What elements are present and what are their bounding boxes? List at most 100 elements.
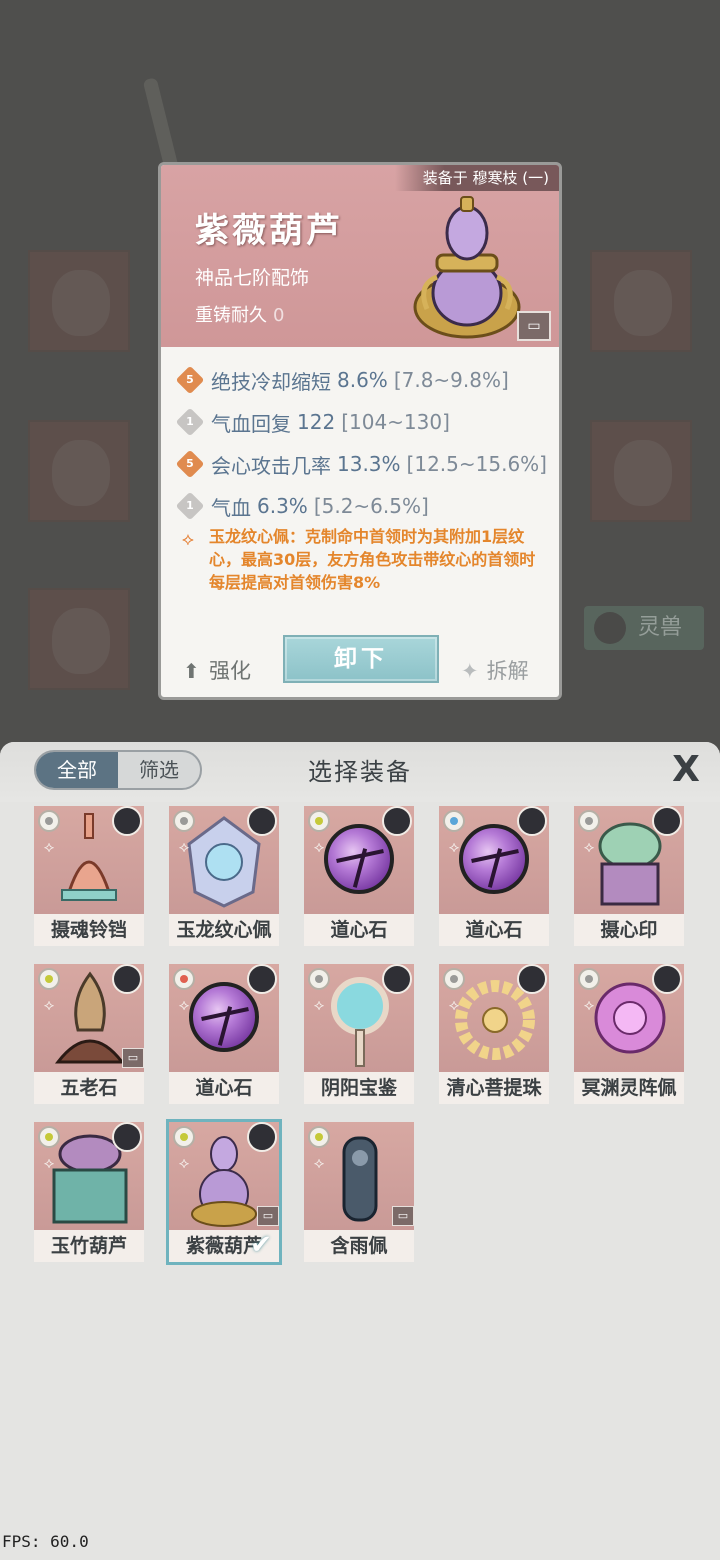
passive-effect: ⟡ 玉龙纹心佩：克制命中首领时为其附加1层纹心，最高30层，友方角色攻击带纹心的… <box>177 525 547 594</box>
item-name: 冥渊灵阵佩 <box>574 1072 684 1104</box>
spirit-beast-label: 灵兽 <box>638 615 683 640</box>
stat-name: 会心攻击几率 <box>211 453 331 478</box>
equipment-slot-armor[interactable] <box>28 420 130 522</box>
equipment-card[interactable]: ⟡ 冥渊灵阵佩 <box>574 964 684 1104</box>
equipped-to-label: 装备于 穆寒枝 (一) <box>394 165 559 191</box>
item-name: 玉竹葫芦 <box>34 1230 144 1262</box>
item-name: 道心石 <box>439 914 549 946</box>
rune-icon: ⟡ <box>448 995 460 1014</box>
stat-level-badge: 1 <box>175 407 205 437</box>
rune-icon: ⟡ <box>583 995 595 1014</box>
item-name: 含雨佩 <box>304 1230 414 1262</box>
rune-icon: ⟡ <box>178 837 190 856</box>
item-grade: 神品七阶配饰 <box>195 267 310 289</box>
item-name: 阴阳宝鉴 <box>304 1072 414 1104</box>
equipment-card[interactable]: ⟡ 玉竹葫芦 <box>34 1122 144 1262</box>
equipment-card[interactable]: ⟡ ▭ 五老石 <box>34 964 144 1104</box>
equipment-card[interactable]: ⟡ 道心石 <box>439 806 549 946</box>
stat-row: 5 绝技冷却缩短 8.6% [7.8~9.8%] <box>175 359 549 401</box>
owner-avatar <box>517 806 547 836</box>
gourd-art <box>191 1136 257 1227</box>
rune-icon: ⟡ <box>313 837 325 856</box>
stat-list: 5 绝技冷却缩短 8.6% [7.8~9.8%] 1 气血回复 122 [104… <box>175 359 549 527</box>
owner-avatar <box>652 964 682 994</box>
gourd-artwork <box>413 196 521 339</box>
lock-icon: ▭ <box>392 1206 414 1226</box>
lock-icon[interactable]: ▭ <box>517 311 551 341</box>
stat-range: [7.8~9.8%] <box>393 368 509 392</box>
equipment-select-panel: 全部 筛选 选择装备 X ⟡ 摄魂铃铛 ⟡ 玉龙纹心佩 ⟡ 道心石 ⟡ 道心石 ⟡ 摄心印 ⟡ ▭ 五老… <box>0 742 720 1560</box>
element-icon <box>443 810 465 832</box>
up-arrow-icon: ⬆ <box>183 659 200 683</box>
equipment-slot-weapon[interactable] <box>28 250 130 352</box>
lock-icon: ▭ <box>122 1048 144 1068</box>
durability-label: 重铸耐久 <box>195 305 267 326</box>
close-icon[interactable]: X <box>666 750 706 790</box>
element-icon <box>578 810 600 832</box>
element-icon <box>443 968 465 990</box>
item-name: 紫薇葫芦 <box>195 211 343 251</box>
owner-avatar <box>247 964 277 994</box>
dismantle-icon: ✦ <box>461 659 479 683</box>
lock-icon: ▭ <box>257 1206 279 1226</box>
element-icon <box>308 968 330 990</box>
element-icon <box>173 1126 195 1148</box>
unequip-button[interactable]: 卸下 <box>283 635 439 683</box>
equipment-card[interactable]: ⟡ 玉龙纹心佩 <box>169 806 279 946</box>
element-icon <box>173 968 195 990</box>
panel-header: 全部 筛选 选择装备 X <box>0 742 720 802</box>
equipment-slot-right-1[interactable] <box>590 250 692 352</box>
durability: 重铸耐久 0 <box>195 301 284 327</box>
stat-range: [5.2~6.5%] <box>313 494 429 518</box>
item-name: 五老石 <box>34 1072 144 1104</box>
owner-avatar <box>517 964 547 994</box>
passive-rune-icon: ⟡ <box>182 529 194 550</box>
owner-avatar <box>112 806 142 836</box>
stat-name: 气血 <box>211 495 251 520</box>
element-icon <box>173 810 195 832</box>
item-name: 玉龙纹心佩 <box>169 914 279 946</box>
stat-value: 13.3% <box>337 452 401 476</box>
dismantle-label: 拆解 <box>486 659 529 683</box>
element-icon <box>308 1126 330 1148</box>
beast-icon <box>594 612 626 644</box>
item-name: 摄魂铃铛 <box>34 914 144 946</box>
stat-range: [12.5~15.6%] <box>406 452 547 476</box>
equipment-card[interactable]: ⟡ ▭ 含雨佩 <box>304 1122 414 1262</box>
passive-text: 玉龙纹心佩：克制命中首领时为其附加1层纹心，最高30层，友方角色攻击带纹心的首领… <box>209 527 536 592</box>
equipment-card[interactable]: ⟡ 阴阳宝鉴 <box>304 964 414 1104</box>
stat-row: 1 气血 6.3% [5.2~6.5%] <box>175 485 549 527</box>
item-name: 清心菩提珠 <box>439 1072 549 1104</box>
equipment-card[interactable]: ⟡ 清心菩提珠 <box>439 964 549 1104</box>
stat-row: 1 气血回复 122 [104~130] <box>175 401 549 443</box>
element-icon <box>38 810 60 832</box>
equipment-card[interactable]: ⟡ 道心石 <box>169 964 279 1104</box>
equipment-detail-card: 装备于 穆寒枝 (一) 紫薇葫芦 神品七阶配饰 重铸耐久 0 ▭ 5 绝技冷却缩短… <box>158 162 562 700</box>
dismantle-button[interactable]: ✦ 拆解 <box>461 655 529 685</box>
rune-icon: ⟡ <box>43 995 55 1014</box>
rune-icon: ⟡ <box>313 1153 325 1172</box>
fps-counter: FPS: 60.0 <box>2 1532 89 1551</box>
element-icon <box>38 1126 60 1148</box>
stat-value: 6.3% <box>257 494 308 518</box>
owner-avatar <box>247 1122 277 1152</box>
equipment-slot-accessory[interactable] <box>28 588 130 690</box>
detail-header: 装备于 穆寒枝 (一) 紫薇葫芦 神品七阶配饰 重铸耐久 0 ▭ <box>161 165 559 347</box>
owner-avatar <box>382 806 412 836</box>
stat-name: 绝技冷却缩短 <box>211 369 331 394</box>
spirit-beast-button[interactable]: 灵兽 <box>584 606 704 650</box>
strengthen-button[interactable]: ⬆ 强化 <box>183 655 251 685</box>
equipment-slot-right-2[interactable] <box>590 420 692 522</box>
equipment-card[interactable]: ⟡ 摄心印 <box>574 806 684 946</box>
equipment-card[interactable]: ⟡ 摄魂铃铛 <box>34 806 144 946</box>
equipment-card[interactable]: ⟡ ▭ 紫薇葫芦 ✔ <box>166 1119 282 1265</box>
rune-icon: ⟡ <box>313 995 325 1014</box>
element-icon <box>308 810 330 832</box>
stat-level-badge: 5 <box>175 365 205 395</box>
stat-row: 5 会心攻击几率 13.3% [12.5~15.6%] <box>175 443 549 485</box>
equipment-card[interactable]: ⟡ 道心石 <box>304 806 414 946</box>
owner-avatar <box>112 964 142 994</box>
owner-avatar <box>382 964 412 994</box>
element-icon <box>578 968 600 990</box>
item-name: 道心石 <box>304 914 414 946</box>
